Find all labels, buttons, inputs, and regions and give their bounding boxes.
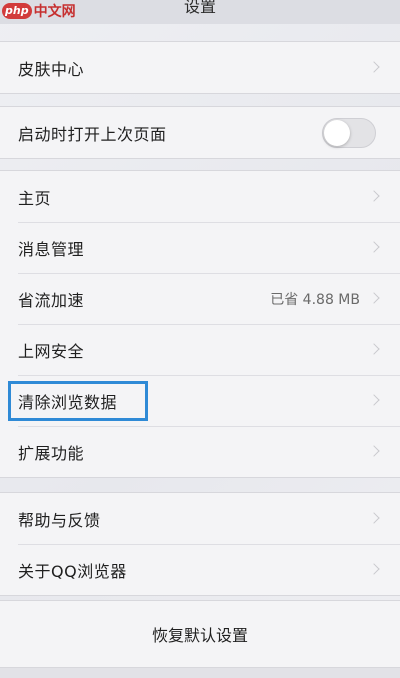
settings-screen: 设置 php 中文网 皮肤中心 启动时打开上次页面 主页 消息管理 省流加速 已… <box>0 0 400 678</box>
watermark-logo: php 中文网 <box>2 1 76 21</box>
chevron-right-icon <box>368 562 380 575</box>
php-logo-mark: php <box>2 3 32 19</box>
restore-defaults-label: 恢复默认设置 <box>151 626 248 645</box>
settings-item-clear-browsing-data[interactable]: 清除浏览数据 <box>0 375 400 426</box>
main-settings-group: 主页 消息管理 省流加速 已省 4.88 MB 上网安全 清除浏览数据 扩展功能 <box>0 170 400 478</box>
settings-item-open-last-page: 启动时打开上次页面 <box>0 107 400 158</box>
open-last-page-toggle[interactable] <box>322 117 376 148</box>
data-saved-value: 已省 4.88 MB <box>270 291 360 308</box>
nav-bar: 设置 php 中文网 <box>0 0 400 24</box>
restore-defaults-button[interactable]: 恢复默认设置 <box>0 601 400 667</box>
settings-item-message-management[interactable]: 消息管理 <box>0 222 400 273</box>
settings-item-label: 启动时打开上次页面 <box>18 124 167 144</box>
reset-group: 恢复默认设置 <box>0 600 400 668</box>
settings-item-label: 消息管理 <box>18 239 85 259</box>
chevron-right-icon <box>368 189 380 202</box>
settings-item-label: 皮肤中心 <box>18 59 85 79</box>
settings-item-label: 扩展功能 <box>18 443 85 463</box>
chevron-right-icon <box>368 511 380 524</box>
settings-item-label: 关于QQ浏览器 <box>18 561 127 581</box>
chevron-right-icon <box>368 342 380 355</box>
settings-item-label: 帮助与反馈 <box>18 510 101 530</box>
settings-item-help-feedback[interactable]: 帮助与反馈 <box>0 493 400 544</box>
startup-group: 启动时打开上次页面 <box>0 106 400 159</box>
settings-item-home[interactable]: 主页 <box>0 171 400 222</box>
skin-group: 皮肤中心 <box>0 41 400 94</box>
settings-item-label: 上网安全 <box>18 341 85 361</box>
settings-item-about-qq-browser[interactable]: 关于QQ浏览器 <box>0 544 400 595</box>
chevron-right-icon <box>368 444 380 457</box>
settings-item-label: 主页 <box>18 188 52 208</box>
help-group: 帮助与反馈 关于QQ浏览器 <box>0 492 400 596</box>
bottom-strip <box>0 668 400 678</box>
chevron-right-icon <box>368 240 380 253</box>
settings-item-label: 省流加速 <box>18 290 85 310</box>
chevron-right-icon <box>368 60 380 73</box>
settings-item-data-saving[interactable]: 省流加速 已省 4.88 MB <box>0 273 400 324</box>
settings-item-label: 清除浏览数据 <box>18 392 118 412</box>
chevron-right-icon <box>368 291 380 304</box>
toggle-knob <box>324 119 350 146</box>
settings-item-extensions[interactable]: 扩展功能 <box>0 426 400 477</box>
watermark-site-name: 中文网 <box>33 4 76 20</box>
settings-item-skin-center[interactable]: 皮肤中心 <box>0 42 400 93</box>
settings-item-browsing-security[interactable]: 上网安全 <box>0 324 400 375</box>
chevron-right-icon <box>368 393 380 406</box>
